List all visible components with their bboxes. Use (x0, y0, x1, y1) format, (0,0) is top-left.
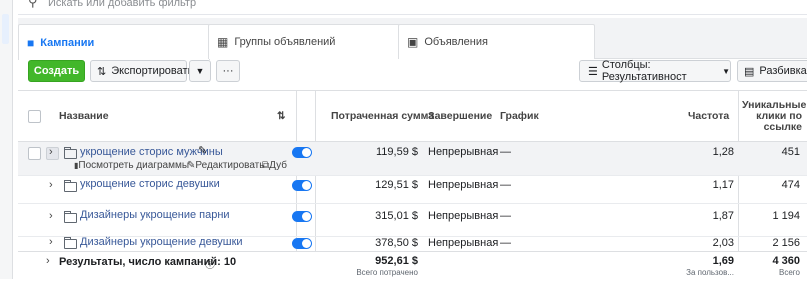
campaigns-table: Название ⇅ Потраченная сумма Завершение … (18, 90, 807, 281)
create-button[interactable]: Создать (28, 60, 85, 82)
create-label: Создать (33, 65, 80, 77)
totals-clicks: 4 360 (772, 255, 800, 267)
schedule-value: — (500, 179, 511, 191)
folder-icon (64, 147, 77, 159)
duplicate-action[interactable]: ⧉Дуб (262, 160, 294, 171)
view-charts-action[interactable]: ▮Посмотреть диаграммы (74, 160, 189, 171)
frequency-value: 1,17 (712, 179, 734, 191)
table-row[interactable]: › укрощение сторис девушки 129,51 $ Непр… (18, 175, 807, 204)
export-dropdown-button[interactable]: ▼ (189, 60, 211, 82)
unique-clicks-line: ссылке (763, 121, 802, 133)
table-header: Название ⇅ Потраченная сумма Завершение … (18, 91, 807, 142)
tab-campaigns[interactable]: ■ Кампании (18, 24, 210, 60)
edit-label: Редактировать (195, 160, 265, 171)
totals-frequency: 1,69 (712, 255, 734, 267)
pencil-icon[interactable]: ✎ (198, 144, 207, 157)
campaign-name-link[interactable]: Дизайнеры укрощение парни (80, 209, 230, 221)
column-header-spent[interactable]: Потраченная сумма (331, 91, 434, 141)
unique-clicks-value: 2 156 (772, 237, 800, 249)
end-value: Непрерывная (428, 210, 499, 222)
tab-ads-label: Объявления (424, 36, 488, 48)
breakdown-dropdown[interactable]: ▤ Разбивка ▼ (737, 60, 807, 82)
columns-icon: ☰ (588, 65, 598, 78)
table-row[interactable]: › Дизайнеры укрощение парни 315,01 $ Неп… (18, 203, 807, 237)
totals-spent: 952,61 $ (375, 255, 418, 267)
ad-sets-icon: ▦ (217, 35, 229, 49)
campaign-toggle[interactable] (292, 180, 312, 191)
toolbar: Создать ⇅ Экспортировать ▼ ··· ☰ Столбцы… (18, 58, 807, 88)
schedule-value: — (500, 146, 511, 158)
columns-label: Столбцы: Результативност (601, 59, 687, 83)
folder-icon: ■ (27, 35, 35, 50)
breakdown-icon: ▤ (744, 65, 755, 78)
chevron-right-icon: › (49, 146, 53, 158)
frequency-value: 1,28 (712, 146, 734, 158)
ads-icon: ▣ (407, 35, 419, 49)
table-row[interactable]: › укрощение сторис мужчины ✎ ▮Посмотреть… (18, 142, 807, 176)
search-icon: ⚲ (28, 0, 38, 9)
chevron-right-icon[interactable]: › (49, 179, 53, 191)
campaign-toggle[interactable] (292, 238, 312, 249)
info-icon[interactable]: ⓘ (205, 256, 215, 271)
more-label: ··· (222, 65, 234, 77)
filter-search-bar[interactable]: ⚲ Искать или добавить фильтр (18, 0, 807, 15)
tab-campaigns-label: Кампании (40, 36, 95, 49)
frequency-value: 2,03 (712, 237, 734, 249)
folder-icon (64, 237, 77, 249)
schedule-value: — (500, 237, 511, 249)
tab-ads[interactable]: ▣ Объявления (398, 24, 595, 59)
column-header-end[interactable]: Завершение (428, 91, 492, 141)
campaign-name-link[interactable]: укрощение сторис девушки (80, 178, 220, 190)
spent-value: 119,59 $ (375, 146, 418, 158)
edit-action[interactable]: ✎Редактировать (187, 160, 264, 171)
end-value: Непрерывная (428, 237, 499, 249)
select-all-checkbox[interactable] (28, 110, 41, 123)
schedule-value: — (500, 210, 511, 222)
campaign-toggle[interactable] (292, 211, 312, 222)
tab-ad-sets-label: Группы объявлений (234, 36, 336, 48)
tab-ad-sets[interactable]: ▦ Группы объявлений (208, 24, 400, 59)
unique-clicks-value: 451 (781, 146, 800, 158)
column-header-unique-clicks[interactable]: Уникальные клики по ссылке (742, 100, 806, 133)
totals-spent-sub: Всего потрачено (356, 268, 418, 277)
row-checkbox[interactable] (28, 147, 41, 160)
tabs-bar: ■ Кампании ▦ Группы объявлений ▣ Объявле… (18, 18, 807, 60)
column-header-schedule[interactable]: График (500, 91, 539, 141)
caret-down-icon: ▼ (722, 66, 730, 76)
column-header-name[interactable]: Название (59, 91, 109, 141)
columns-dropdown[interactable]: ☰ Столбцы: Результативност ▼ (579, 59, 731, 83)
left-nav-strip (0, 0, 13, 279)
view-charts-label: Посмотреть диаграммы (78, 160, 190, 171)
sort-icon[interactable]: ⇅ (277, 91, 285, 141)
nav-highlight (2, 14, 9, 44)
campaign-name-link[interactable]: Дизайнеры укрощение девушки (80, 236, 243, 248)
spent-value: 315,01 $ (375, 210, 418, 222)
duplicate-label: Дуб (269, 160, 287, 171)
column-header-frequency[interactable]: Частота (688, 91, 729, 141)
search-input[interactable]: Искать или добавить фильтр (48, 0, 196, 9)
end-value: Непрерывная (428, 146, 499, 158)
end-value: Непрерывная (428, 179, 499, 191)
folder-icon (64, 211, 77, 223)
more-options-button[interactable]: ··· (216, 60, 240, 82)
spent-value: 129,51 $ (375, 179, 418, 191)
export-label: Экспортировать (111, 65, 194, 77)
totals-frequency-sub: За пользов... (686, 268, 734, 277)
export-button[interactable]: ⇅ Экспортировать (90, 60, 193, 82)
spent-value: 378,50 $ (375, 237, 418, 249)
frequency-value: 1,87 (712, 210, 734, 222)
breakdown-label: Разбивка (759, 65, 807, 77)
unique-clicks-value: 474 (781, 179, 800, 191)
table-row[interactable]: › Дизайнеры укрощение девушки 378,50 $ Н… (18, 236, 807, 252)
chevron-right-icon[interactable]: › (46, 255, 50, 267)
chevron-right-icon[interactable]: › (49, 236, 53, 248)
export-icon: ⇅ (97, 65, 107, 78)
caret-down-icon: ▼ (195, 66, 205, 76)
unique-clicks-value: 1 194 (772, 210, 800, 222)
totals-row: › Результаты, число кампаний: 10 ⓘ 952,6… (18, 251, 807, 281)
folder-icon (64, 180, 77, 192)
totals-clicks-sub: Всего (779, 268, 800, 277)
campaign-toggle[interactable] (292, 147, 312, 158)
chevron-right-icon[interactable]: › (49, 210, 53, 222)
